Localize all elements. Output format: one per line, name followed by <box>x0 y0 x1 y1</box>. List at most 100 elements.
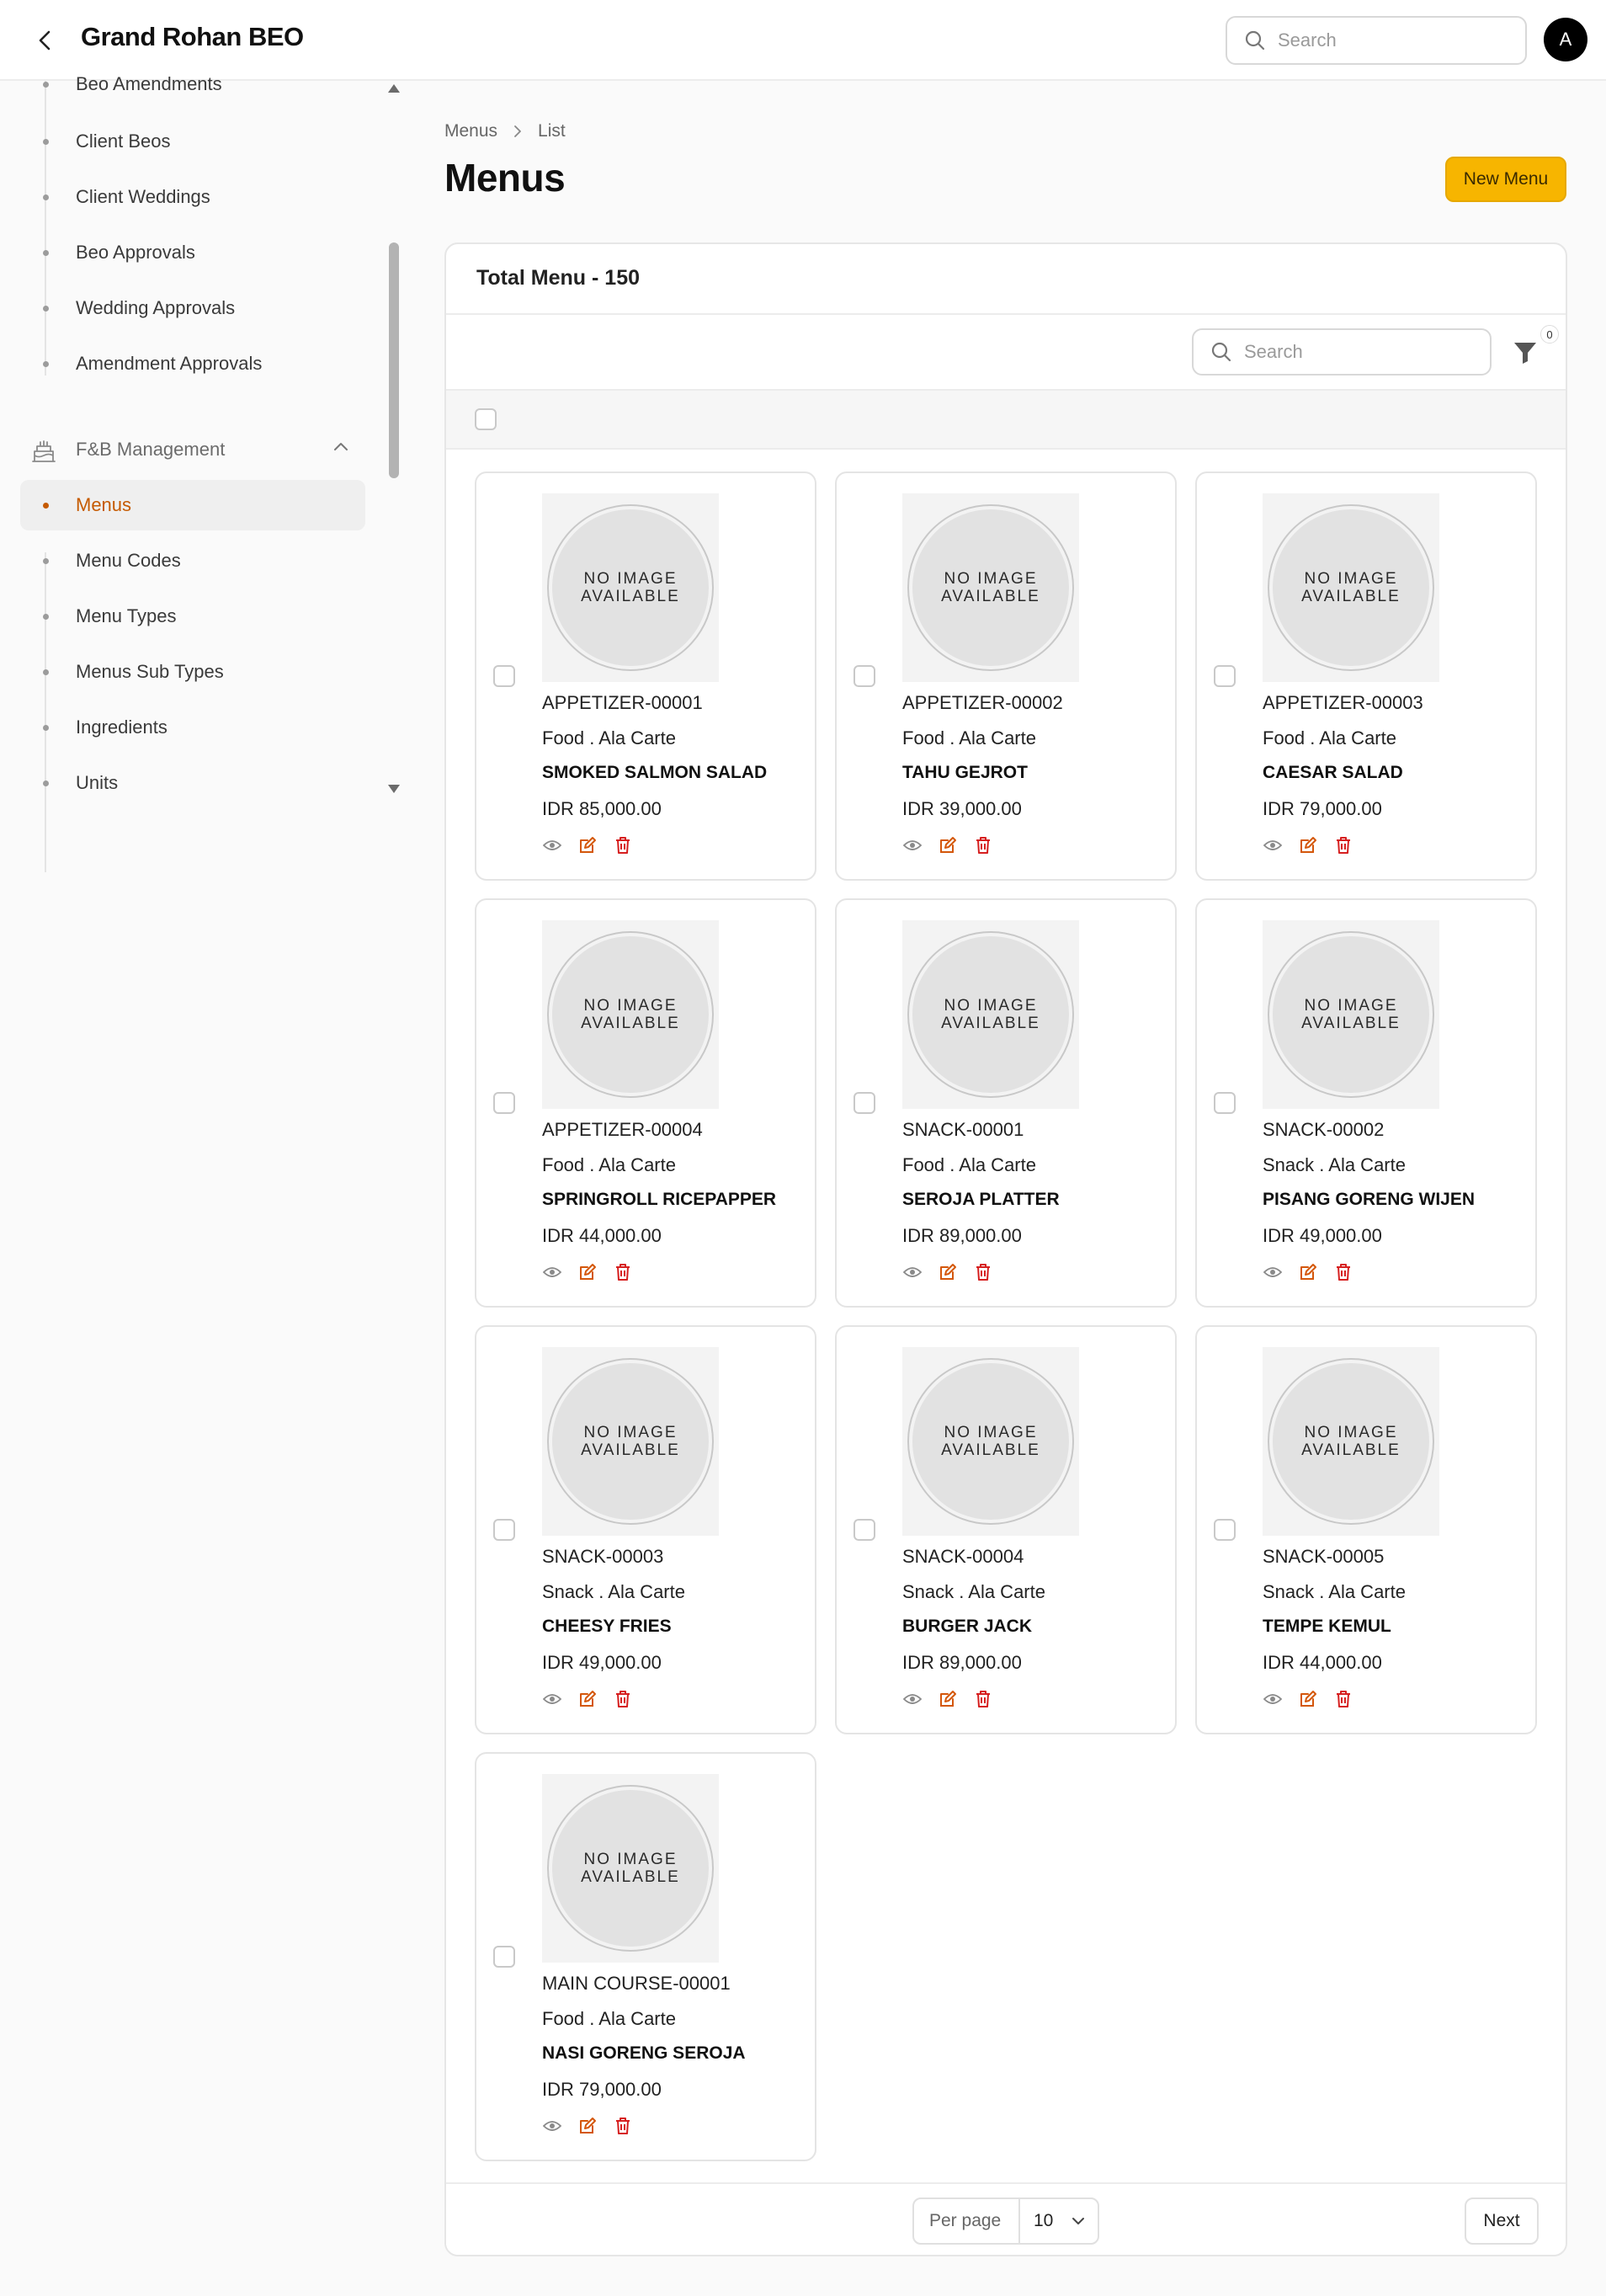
header-search-input[interactable] <box>1278 29 1497 51</box>
eye-icon[interactable] <box>902 1262 923 1282</box>
list-search[interactable] <box>1192 328 1492 376</box>
menu-code: MAIN COURSE-00001 <box>542 1973 731 1994</box>
menu-code: SNACK-00005 <box>1263 1546 1385 1567</box>
card-checkbox[interactable] <box>493 1946 515 1968</box>
back-button[interactable] <box>29 24 62 57</box>
card-checkbox[interactable] <box>854 1092 875 1114</box>
menu-name: PISANG GORENG WIJEN <box>1263 1190 1476 1209</box>
per-page-value: 10 <box>1034 2211 1054 2230</box>
menu-card[interactable]: NO IMAGE AVAILABLE SNACK-00003 Snack . Ala … <box>475 1325 816 1734</box>
sidebar-item-menus[interactable]: Menus <box>20 480 365 530</box>
sidebar-item-client-beos[interactable]: Client Beos <box>20 116 365 167</box>
sidebar-item-units[interactable]: Units <box>20 758 365 808</box>
edit-icon[interactable] <box>938 1262 958 1282</box>
trash-icon[interactable] <box>973 835 993 855</box>
list-search-input[interactable] <box>1244 341 1463 363</box>
header-search[interactable] <box>1226 16 1527 65</box>
trash-icon[interactable] <box>1333 1262 1353 1282</box>
filter-button[interactable] <box>1512 338 1545 372</box>
edit-icon[interactable] <box>577 835 598 855</box>
sidebar-group-fb-management[interactable]: F&B Management <box>20 424 365 475</box>
edit-icon[interactable] <box>577 2116 598 2136</box>
edit-icon[interactable] <box>577 1262 598 1282</box>
nav-dot <box>43 138 49 145</box>
no-image-line1: NO IMAGE <box>1304 1424 1398 1441</box>
menu-card[interactable]: NO IMAGE AVAILABLE SNACK-00004 Snack . Ala … <box>835 1325 1177 1734</box>
menu-card[interactable]: NO IMAGE AVAILABLE SNACK-00002 Snack . Ala … <box>1195 898 1537 1308</box>
eye-icon[interactable] <box>542 1689 562 1709</box>
menu-category: Food . Ala Carte <box>902 1154 1036 1175</box>
card-checkbox[interactable] <box>854 1519 875 1541</box>
sidebar-item-wedding-approvals[interactable]: Wedding Approvals <box>20 283 365 333</box>
eye-icon[interactable] <box>1263 835 1283 855</box>
eye-icon[interactable] <box>542 1262 562 1282</box>
sidebar-scrollbar[interactable] <box>389 242 399 478</box>
trash-icon[interactable] <box>613 1689 633 1709</box>
sidebar-item-amendment-approvals[interactable]: Amendment Approvals <box>20 338 365 389</box>
new-menu-button[interactable]: New Menu <box>1445 157 1566 202</box>
sidebar-item-menu-codes[interactable]: Menu Codes <box>20 535 365 586</box>
eye-icon[interactable] <box>1263 1689 1283 1709</box>
trash-icon[interactable] <box>613 1262 633 1282</box>
sidebar-group-label: F&B Management <box>76 439 226 460</box>
trash-icon[interactable] <box>1333 835 1353 855</box>
menu-category: Food . Ala Carte <box>902 727 1036 748</box>
scroll-up-arrow[interactable] <box>388 84 400 93</box>
sidebar-item-ingredients[interactable]: Ingredients <box>20 702 365 753</box>
eye-icon[interactable] <box>1263 1262 1283 1282</box>
trash-icon[interactable] <box>973 1689 993 1709</box>
edit-icon[interactable] <box>938 835 958 855</box>
menu-card[interactable]: NO IMAGE AVAILABLE SNACK-00005 Snack . Ala … <box>1195 1325 1537 1734</box>
eye-icon[interactable] <box>542 835 562 855</box>
edit-icon[interactable] <box>938 1689 958 1709</box>
menu-price: IDR 39,000.00 <box>902 798 1022 819</box>
card-checkbox[interactable] <box>854 665 875 687</box>
menu-card[interactable]: NO IMAGE AVAILABLE MAIN COURSE-00001 Food .… <box>475 1752 816 2161</box>
edit-icon[interactable] <box>577 1689 598 1709</box>
edit-icon[interactable] <box>1298 835 1318 855</box>
card-checkbox[interactable] <box>1214 1519 1236 1541</box>
sidebar-item-label: Menus <box>76 494 132 515</box>
per-page-label: Per page <box>929 2211 1002 2230</box>
menu-price: IDR 89,000.00 <box>902 1652 1022 1673</box>
card-checkbox[interactable] <box>493 1092 515 1114</box>
next-page-button[interactable]: Next <box>1465 2197 1539 2245</box>
card-checkbox[interactable] <box>493 665 515 687</box>
sidebar-item-menu-types[interactable]: Menu Types <box>20 591 365 642</box>
card-checkbox[interactable] <box>1214 665 1236 687</box>
card-checkbox[interactable] <box>493 1519 515 1541</box>
card-checkbox[interactable] <box>1214 1092 1236 1114</box>
sidebar-item-menus-sub-types[interactable]: Menus Sub Types <box>20 647 365 697</box>
menu-image-placeholder: NO IMAGE AVAILABLE <box>542 920 719 1109</box>
sidebar-item-client-weddings[interactable]: Client Weddings <box>20 172 365 222</box>
menu-card[interactable]: NO IMAGE AVAILABLE APPETIZER-00002 Food . A… <box>835 471 1177 881</box>
select-all-checkbox[interactable] <box>475 408 497 430</box>
menu-card[interactable]: NO IMAGE AVAILABLE SNACK-00001 Food . Ala C… <box>835 898 1177 1308</box>
edit-icon[interactable] <box>1298 1689 1318 1709</box>
sidebar-item-label: Ingredients <box>76 717 168 738</box>
user-avatar[interactable]: A <box>1544 18 1587 61</box>
eye-icon[interactable] <box>902 1689 923 1709</box>
card-actions <box>1263 1689 1353 1709</box>
menu-card[interactable]: NO IMAGE AVAILABLE APPETIZER-00004 Food . A… <box>475 898 816 1308</box>
eye-icon[interactable] <box>542 2116 562 2136</box>
scroll-down-arrow[interactable] <box>388 785 400 793</box>
menu-price: IDR 49,000.00 <box>1263 1225 1382 1246</box>
edit-icon[interactable] <box>1298 1262 1318 1282</box>
sidebar-item-beo-approvals[interactable]: Beo Approvals <box>20 227 365 278</box>
breadcrumb-menus[interactable]: Menus <box>444 121 497 141</box>
trash-icon[interactable] <box>1333 1689 1353 1709</box>
menu-name: NASI GORENG SEROJA <box>542 2043 746 2063</box>
menu-card[interactable]: NO IMAGE AVAILABLE APPETIZER-00001 Food . A… <box>475 471 816 881</box>
trash-icon[interactable] <box>613 2116 633 2136</box>
trash-icon[interactable] <box>613 835 633 855</box>
menu-code: APPETIZER-00003 <box>1263 692 1423 713</box>
nav-dot <box>43 724 49 731</box>
per-page-select[interactable]: Per page 10 <box>912 2197 1099 2245</box>
trash-icon[interactable] <box>973 1262 993 1282</box>
menu-category: Food . Ala Carte <box>542 727 676 748</box>
sidebar-item-beo-amendments[interactable]: Beo Amendments <box>20 59 365 109</box>
eye-icon[interactable] <box>902 835 923 855</box>
menu-card[interactable]: NO IMAGE AVAILABLE APPETIZER-00003 Food . A… <box>1195 471 1537 881</box>
no-image-line2: AVAILABLE <box>941 1015 1040 1032</box>
